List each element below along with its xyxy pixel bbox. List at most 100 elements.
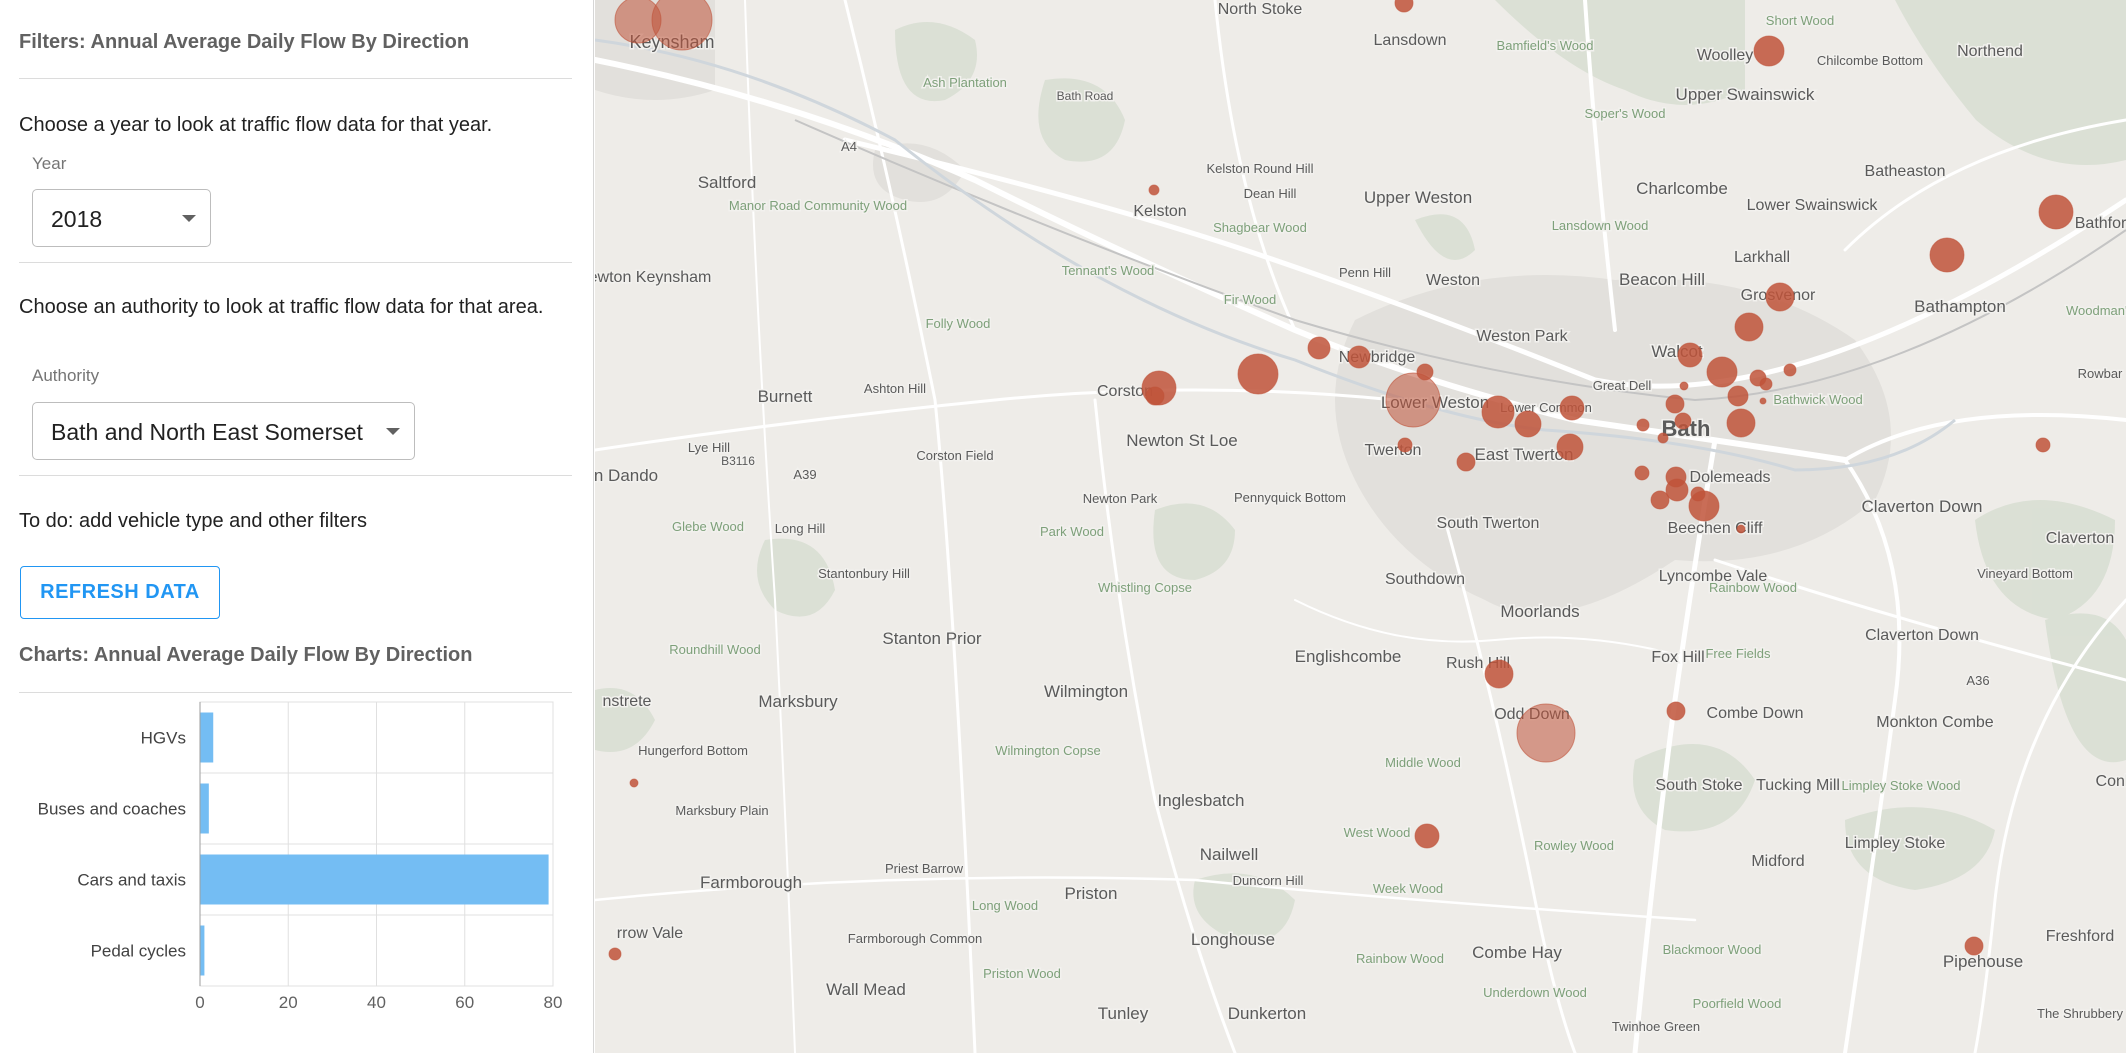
map-place-label: Bathwick Wood bbox=[1773, 392, 1862, 407]
count-point-marker[interactable] bbox=[1734, 312, 1764, 342]
count-point-marker[interactable] bbox=[1706, 356, 1738, 388]
map-base: North Stoke Lansdown Bamfield's Wood Woolle… bbox=[595, 0, 2126, 1053]
count-point-marker[interactable] bbox=[1964, 936, 1984, 956]
map-place-label: Twinhoe Green bbox=[1612, 1019, 1700, 1034]
count-point-marker[interactable] bbox=[1397, 437, 1413, 453]
map-place-label: Ashton Hill bbox=[864, 381, 926, 396]
count-point-marker[interactable] bbox=[1665, 394, 1685, 414]
map-place-label: South Stoke bbox=[1655, 777, 1742, 794]
count-point-marker[interactable] bbox=[1929, 237, 1965, 273]
map-place-label: Wall Mead bbox=[826, 980, 906, 999]
year-select-value: 2018 bbox=[51, 206, 103, 232]
map-place-label: Upper Swainswick bbox=[1676, 85, 1815, 104]
count-point-marker[interactable] bbox=[1679, 381, 1689, 391]
map-place-label: A36 bbox=[1966, 673, 1989, 688]
count-point-marker[interactable] bbox=[1783, 363, 1797, 377]
count-point-marker[interactable] bbox=[1634, 465, 1650, 481]
category-label: Cars and taxis bbox=[77, 871, 186, 890]
map-place-label: nstrete bbox=[603, 693, 652, 710]
count-point-marker[interactable] bbox=[1237, 353, 1279, 395]
map-place-label: Claverton Down bbox=[1865, 627, 1979, 644]
count-point-marker[interactable] bbox=[629, 778, 639, 788]
map-place-label: Short Wood bbox=[1766, 13, 1834, 28]
count-point-marker[interactable] bbox=[1307, 336, 1331, 360]
map-place-label: Claverton Down bbox=[1862, 497, 1983, 516]
map-place-label: Lower Swainswick bbox=[1747, 197, 1879, 214]
authority-select-value: Bath and North East Somerset bbox=[51, 419, 363, 445]
map-place-label: Middle Wood bbox=[1385, 755, 1461, 770]
count-point-marker[interactable] bbox=[1559, 395, 1585, 421]
traffic-map[interactable]: North Stoke Lansdown Bamfield's Wood Woolle… bbox=[595, 0, 2126, 1053]
count-point-marker[interactable] bbox=[1677, 342, 1703, 368]
map-place-label: Pennyquick Bottom bbox=[1234, 490, 1346, 505]
bar[interactable] bbox=[200, 925, 205, 976]
count-point-marker[interactable] bbox=[1726, 408, 1756, 438]
count-point-marker[interactable] bbox=[1556, 433, 1584, 461]
count-point-marker[interactable] bbox=[1347, 345, 1371, 369]
count-point-marker[interactable] bbox=[1727, 385, 1749, 407]
count-point-marker[interactable] bbox=[1636, 418, 1650, 432]
count-point-marker[interactable] bbox=[1385, 372, 1441, 428]
map-place-label: Tunley bbox=[1098, 1004, 1149, 1023]
map-place-label: B3116 bbox=[721, 454, 755, 468]
map-place-label: rrow Vale bbox=[617, 925, 683, 942]
x-tick-label: 60 bbox=[455, 993, 474, 1012]
count-point-marker[interactable] bbox=[1650, 490, 1670, 510]
divider bbox=[19, 475, 572, 476]
count-point-marker[interactable] bbox=[1657, 432, 1669, 444]
map-place-label: Soper's Wood bbox=[1584, 106, 1665, 121]
count-point-marker[interactable] bbox=[1514, 410, 1542, 438]
divider bbox=[19, 262, 572, 263]
map-place-label: n Dando bbox=[595, 466, 658, 485]
map-place-label: Northend bbox=[1957, 43, 2023, 60]
bar[interactable] bbox=[200, 854, 549, 905]
bar[interactable] bbox=[200, 712, 214, 763]
count-point-marker[interactable] bbox=[1736, 524, 1746, 534]
count-point-marker[interactable] bbox=[1145, 386, 1165, 406]
map-place-label: Englishcombe bbox=[1295, 647, 1402, 666]
map-place-label: Chilcombe Bottom bbox=[1817, 53, 1923, 68]
count-point-marker[interactable] bbox=[1759, 397, 1767, 405]
count-point-marker[interactable] bbox=[1666, 701, 1686, 721]
count-point-marker[interactable] bbox=[1516, 703, 1576, 763]
count-point-marker[interactable] bbox=[1665, 478, 1689, 502]
map-place-label: Bathford bbox=[2075, 215, 2126, 232]
map-place-label: Combe Down bbox=[1707, 705, 1804, 722]
year-select[interactable]: 2018 bbox=[32, 189, 211, 247]
map-place-label: Inglesbatch bbox=[1158, 791, 1245, 810]
count-point-marker[interactable] bbox=[2038, 194, 2074, 230]
count-point-marker[interactable] bbox=[1414, 823, 1440, 849]
count-point-marker[interactable] bbox=[608, 947, 622, 961]
count-point-marker[interactable] bbox=[1690, 486, 1706, 502]
count-point-marker[interactable] bbox=[1484, 659, 1514, 689]
authority-select[interactable]: Bath and North East Somerset bbox=[32, 402, 415, 460]
count-point-marker[interactable] bbox=[1765, 282, 1795, 312]
count-point-marker[interactable] bbox=[1456, 452, 1476, 472]
count-point-marker[interactable] bbox=[1148, 184, 1160, 196]
count-point-marker[interactable] bbox=[1674, 412, 1692, 430]
map-place-label: Rainbow Wood bbox=[1356, 951, 1444, 966]
map-place-label: The Shrubbery bbox=[2037, 1006, 2123, 1021]
map-place-label: Kelston bbox=[1133, 203, 1186, 220]
count-point-marker[interactable] bbox=[1753, 35, 1785, 67]
map-place-label: Limpley Stoke Wood bbox=[1842, 778, 1961, 793]
category-label: Buses and coaches bbox=[38, 800, 186, 819]
map-place-label: Priest Barrow bbox=[885, 861, 964, 876]
count-point-marker[interactable] bbox=[1394, 0, 1414, 13]
bar[interactable] bbox=[200, 783, 209, 834]
map-place-label: Ash Plantation bbox=[923, 75, 1007, 90]
map-place-label: Free Fields bbox=[1705, 646, 1771, 661]
map-place-label: Combe Hay bbox=[1472, 943, 1562, 962]
map-place-label: Woolley bbox=[1697, 47, 1754, 64]
count-point-marker[interactable] bbox=[1481, 395, 1515, 429]
map-place-label: Twerton bbox=[1365, 442, 1422, 459]
map-place-label: Larkhall bbox=[1734, 249, 1790, 266]
x-tick-label: 40 bbox=[367, 993, 386, 1012]
count-point-marker[interactable] bbox=[1759, 377, 1773, 391]
map-place-label: Southdown bbox=[1385, 571, 1465, 588]
count-point-marker[interactable] bbox=[2035, 437, 2051, 453]
refresh-data-button[interactable]: REFRESH DATA bbox=[20, 566, 220, 619]
map-place-label: Blackmoor Wood bbox=[1663, 942, 1762, 957]
map-place-label: Freshford bbox=[2046, 928, 2114, 945]
map-place-label: Wilmington bbox=[1044, 682, 1128, 701]
